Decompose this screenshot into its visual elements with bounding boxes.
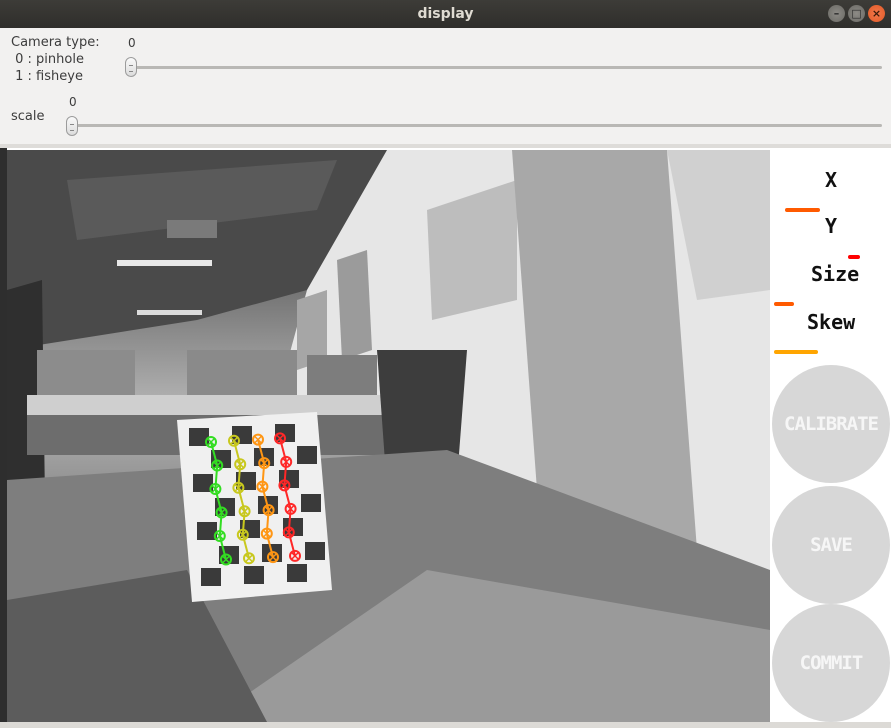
calibration-side-panel: X Y Size Skew CALIBRATE SAVE COMMIT bbox=[770, 150, 891, 722]
save-button[interactable]: SAVE bbox=[772, 486, 890, 604]
minimize-icon[interactable]: – bbox=[828, 5, 845, 22]
camera-type-value: 0 bbox=[128, 36, 136, 50]
calibrate-button[interactable]: CALIBRATE bbox=[772, 365, 890, 483]
metric-skew-bar bbox=[774, 350, 818, 354]
metric-y-label: Y bbox=[825, 214, 838, 238]
title-bar[interactable]: display – □ × bbox=[0, 0, 891, 28]
camera-scene bbox=[7, 150, 770, 722]
camera-type-slider-track[interactable] bbox=[128, 66, 882, 69]
scale-slider-thumb[interactable] bbox=[66, 116, 78, 136]
commit-button[interactable]: COMMIT bbox=[772, 604, 890, 722]
display-window: display – □ × Camera type: 0 : pinhole 1… bbox=[0, 0, 891, 728]
window-title: display bbox=[417, 6, 474, 22]
metric-y-bar bbox=[848, 255, 860, 259]
metric-x-label: X bbox=[825, 168, 838, 192]
window-controls: – □ × bbox=[828, 5, 885, 22]
window-bottom-edge bbox=[0, 722, 891, 728]
camera-feed bbox=[7, 150, 770, 722]
close-icon[interactable]: × bbox=[868, 5, 885, 22]
camera-type-label: Camera type: 0 : pinhole 1 : fisheye bbox=[11, 35, 100, 84]
image-canvas: X Y Size Skew CALIBRATE SAVE COMMIT bbox=[7, 148, 891, 722]
metric-skew-label: Skew bbox=[807, 310, 856, 334]
scale-slider-track[interactable] bbox=[69, 124, 882, 127]
metric-x-bar bbox=[785, 208, 820, 212]
metric-size-label: Size bbox=[811, 262, 860, 286]
trackbar-panel: Camera type: 0 : pinhole 1 : fisheye 0 s… bbox=[0, 28, 891, 146]
maximize-icon[interactable]: □ bbox=[848, 5, 865, 22]
metric-size-bar bbox=[774, 302, 794, 306]
camera-type-slider-thumb[interactable] bbox=[125, 57, 137, 77]
scale-value: 0 bbox=[69, 95, 77, 109]
scale-label: scale bbox=[11, 109, 45, 124]
